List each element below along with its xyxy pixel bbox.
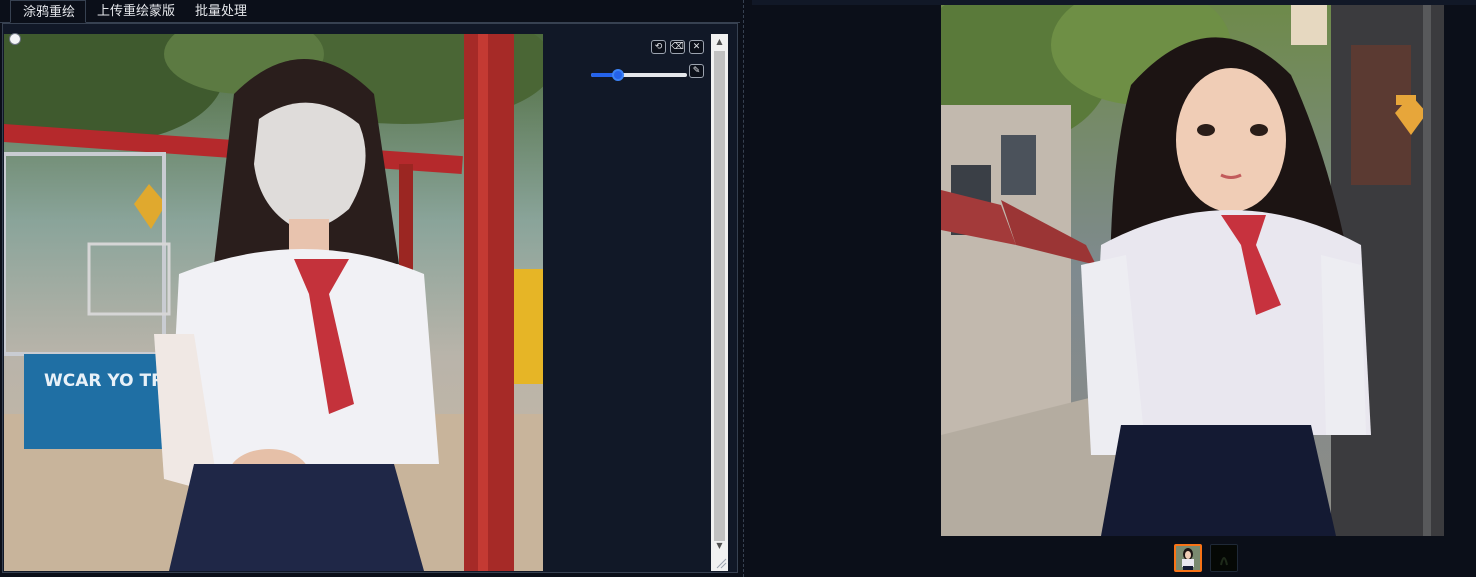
scroll-up-arrow-icon[interactable]: ▲ <box>711 34 728 50</box>
tab-inpaint-upload[interactable]: 上传重绘蒙版 <box>97 0 187 23</box>
inpaint-canvas[interactable]: WCAR YO TRE <box>4 34 543 571</box>
close-icon: ✕ <box>692 42 701 52</box>
undo-icon: ⟲ <box>654 42 663 52</box>
undo-button[interactable]: ⟲ <box>651 40 666 54</box>
scroll-thumb[interactable] <box>714 51 725 541</box>
inpaint-editor: WCAR YO TRE ⟲ ⌫ ✕ ✎ ▲ ▼ <box>2 23 738 573</box>
generated-illustration <box>941 5 1444 536</box>
thumbnail-image-2 <box>1211 545 1237 571</box>
tab-inpaint-sketch[interactable]: 涂鸦重绘 <box>10 0 86 23</box>
gallery-thumbnail-1[interactable] <box>1174 544 1202 572</box>
brush-button[interactable]: ✎ <box>689 64 704 78</box>
panel-divider <box>743 0 744 577</box>
brush-size-slider[interactable] <box>591 68 687 82</box>
img2img-input-panel: 涂鸦重绘 上传重绘蒙版 批量处理 WCAR YO TRE ⟲ ⌫ ✕ ✎ ▲ ▼ <box>0 0 740 577</box>
scroll-down-arrow-icon[interactable]: ▼ <box>711 538 728 554</box>
tab-batch[interactable]: 批量处理 <box>195 0 255 23</box>
eraser-button[interactable]: ⌫ <box>670 40 685 54</box>
eraser-icon: ⌫ <box>671 42 684 52</box>
thumbnail-image-1 <box>1176 546 1200 570</box>
output-panel <box>752 0 1476 577</box>
canvas-corner-handle[interactable] <box>9 33 21 45</box>
slider-thumb[interactable] <box>612 69 624 81</box>
canvas-toolbar-area <box>543 34 711 571</box>
input-photo: WCAR YO TRE <box>4 34 543 571</box>
clear-button[interactable]: ✕ <box>689 40 704 54</box>
vertical-scrollbar[interactable]: ▲ ▼ <box>711 34 728 571</box>
tab-bar: 涂鸦重绘 上传重绘蒙版 批量处理 <box>0 0 740 23</box>
app-root: 涂鸦重绘 上传重绘蒙版 批量处理 WCAR YO TRE ⟲ ⌫ ✕ ✎ ▲ ▼ <box>0 0 1476 577</box>
resize-grip-icon[interactable] <box>715 557 727 569</box>
output-gallery <box>752 5 1476 542</box>
output-image[interactable] <box>941 5 1444 536</box>
sign-text: WCAR YO TRE <box>44 371 176 391</box>
brush-icon: ✎ <box>692 66 701 76</box>
gallery-thumbnail-2[interactable] <box>1210 544 1238 572</box>
